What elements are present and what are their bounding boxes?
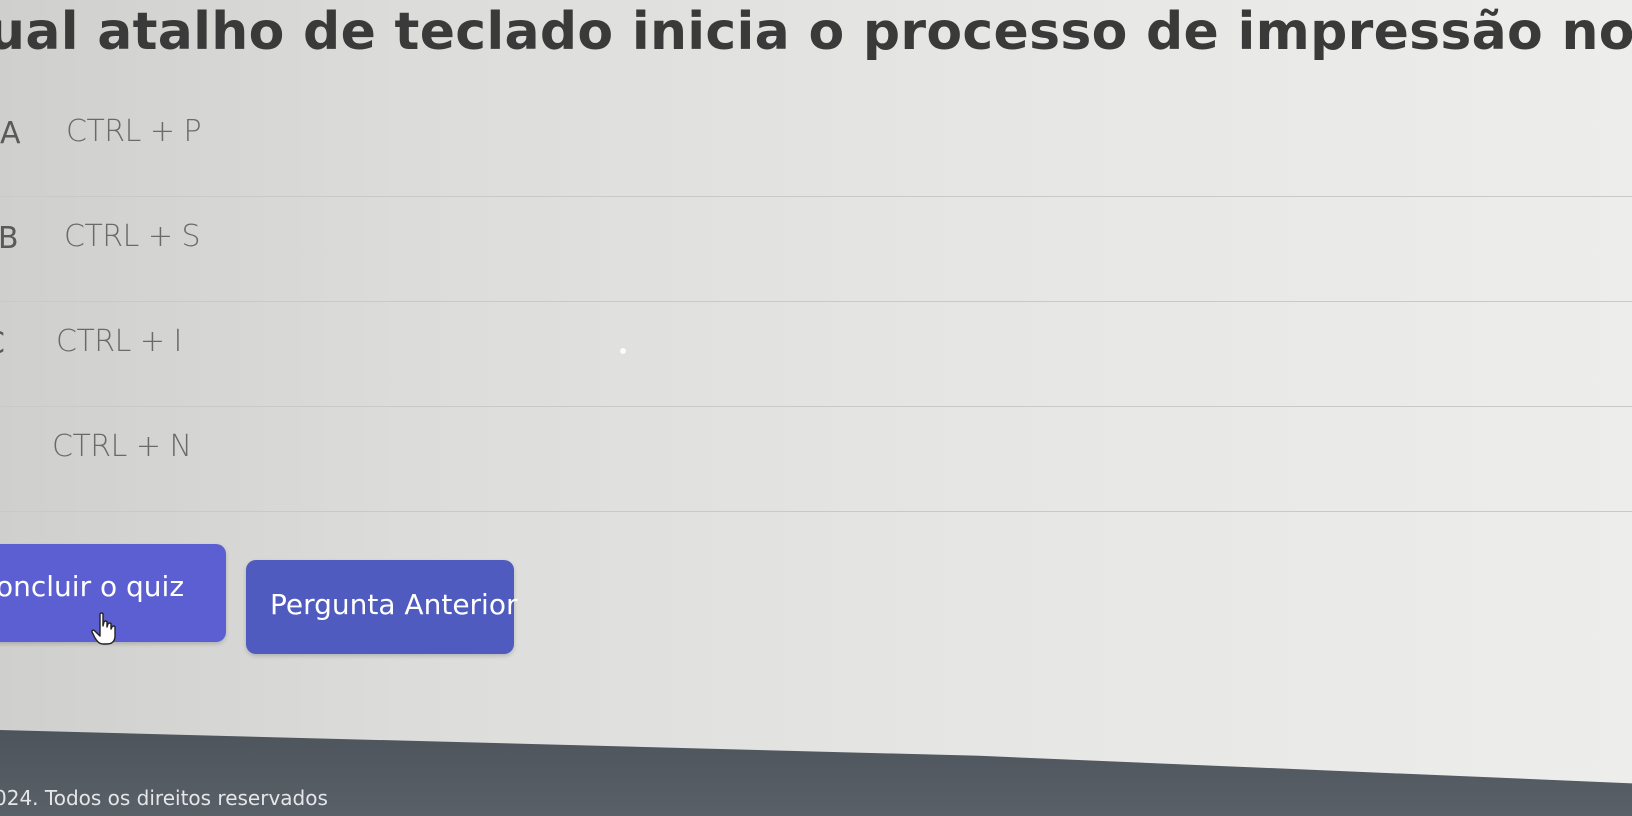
- conclude-quiz-label: oncluir o quiz: [0, 570, 185, 603]
- option-letter: A: [0, 116, 21, 151]
- option-letter: C: [0, 326, 5, 361]
- option-text: CTRL + P: [66, 114, 202, 149]
- answer-options: A CTRL + P B CTRL + S C CTRL + I ) CTRL …: [0, 92, 1632, 512]
- footer-copyright: 024. Todos os direitos reservados: [0, 786, 328, 810]
- question-title: ual atalho de teclado inicia o processo …: [0, 2, 1632, 62]
- screen-glint: [620, 348, 626, 354]
- option-text: CTRL + N: [52, 429, 192, 464]
- option-d[interactable]: ) CTRL + N: [0, 407, 1632, 512]
- option-a[interactable]: A CTRL + P: [0, 92, 1632, 197]
- hand-pointer-icon: [91, 612, 116, 645]
- option-letter: B: [0, 221, 19, 256]
- option-c[interactable]: C CTRL + I: [0, 302, 1632, 407]
- previous-question-button[interactable]: Pergunta Anterior: [246, 560, 518, 654]
- quiz-page: ual atalho de teclado inicia o processo …: [0, 0, 1632, 816]
- option-text: CTRL + S: [64, 219, 201, 254]
- option-text: CTRL + I: [56, 324, 182, 359]
- option-b[interactable]: B CTRL + S: [0, 197, 1632, 302]
- previous-question-label: Pergunta Anterior: [270, 588, 518, 621]
